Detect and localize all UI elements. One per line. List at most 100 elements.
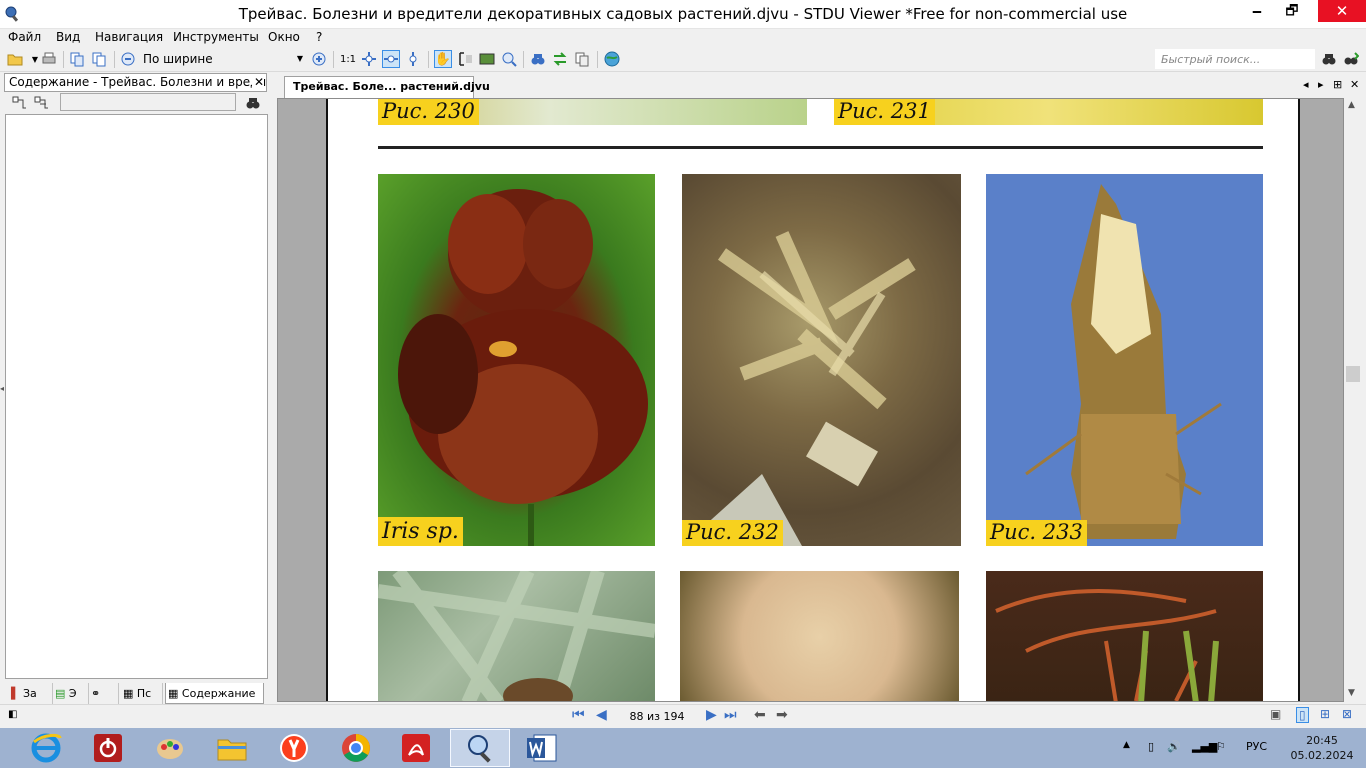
document-page: Рис. 230 Рис. 231 Iris sp. Рис. 232 Рис.… [326, 99, 1300, 701]
zoom-out-icon[interactable] [119, 50, 137, 68]
pages-icon: ▦ [123, 687, 134, 700]
tab-thumbnails[interactable]: ▤ Э [53, 683, 89, 704]
facing-pages-icon[interactable]: ⊞ [1320, 707, 1330, 721]
last-page-icon[interactable]: ⏭ [724, 707, 737, 723]
grid-pages-icon[interactable]: ⊠ [1342, 707, 1352, 721]
find-icon[interactable] [529, 50, 547, 68]
sidebar-title: Содержание - Трейвас. Болезни и вредител… [9, 75, 266, 89]
snapshot-icon[interactable] [478, 50, 496, 68]
tab-bookmarks[interactable]: ▌ За [9, 683, 53, 704]
network-icon[interactable]: ▂▄▆ [1192, 740, 1217, 753]
single-page-icon[interactable]: ▯ [1296, 707, 1309, 723]
tab-label: Э [68, 687, 77, 700]
tab-pages[interactable]: ▦ Пс [121, 683, 163, 704]
paint-icon[interactable] [140, 729, 200, 767]
file-explorer-icon[interactable] [202, 729, 262, 767]
figure-233-caption: Рис. 233 [986, 520, 1087, 546]
menu-file[interactable]: Файл [8, 30, 41, 44]
tab-label: Содержание [181, 687, 256, 700]
document-viewport[interactable]: Рис. 230 Рис. 231 Iris sp. Рис. 232 Рис.… [277, 98, 1344, 702]
close-icon[interactable]: ✕ [251, 74, 264, 91]
stdu-viewer-taskbar-icon[interactable] [450, 729, 510, 767]
globe-icon[interactable] [603, 50, 621, 68]
fit-width-icon[interactable] [382, 50, 400, 68]
clock[interactable]: 20:45 05.02.2024 [1283, 733, 1361, 763]
collapse-sidebar-icon[interactable]: ◂ [0, 384, 4, 393]
history-forward-icon[interactable]: ➡ [776, 707, 788, 723]
menu-window[interactable]: Окно [268, 30, 300, 44]
rotted-rhizome-illustration [682, 231, 916, 546]
collapse-tree-icon[interactable] [32, 94, 50, 112]
window-title: Трейвас. Болезни и вредители декоративны… [238, 5, 1128, 23]
swap-arrows-icon[interactable] [551, 50, 569, 68]
hand-tool-icon[interactable]: ✋ [434, 50, 452, 68]
pdf-reader-icon[interactable] [386, 729, 446, 767]
find-icon[interactable] [244, 94, 262, 112]
close-icon[interactable]: ✕ [1350, 78, 1359, 91]
find-next-icon[interactable] [1342, 50, 1360, 68]
contents-search-input[interactable] [60, 93, 236, 111]
minimize-button[interactable]: 🗕 [1240, 0, 1274, 22]
expand-tree-icon[interactable] [10, 94, 28, 112]
close-button[interactable]: ✕ [1318, 0, 1366, 22]
zoom-mode-select[interactable]: По ширине ▼ [139, 50, 306, 69]
battery-icon[interactable]: ▯ [1148, 740, 1154, 753]
figure-232-photo [682, 174, 961, 546]
document-tab-label: Трейвас. Боле... растений.djvu [293, 80, 490, 93]
tab-contents[interactable]: ▦ Содержание [165, 683, 264, 704]
ie-icon[interactable] [14, 729, 78, 767]
page-number-input[interactable]: 88 из 194 [615, 708, 699, 726]
prev-page-icon[interactable]: ◀ [596, 707, 607, 723]
tab-list-icon[interactable]: ⊞ [1333, 78, 1342, 91]
actual-size-button[interactable]: 1:1 [339, 50, 357, 68]
contents-tree[interactable] [5, 114, 268, 679]
tab-next-icon[interactable]: ▸ [1318, 78, 1324, 91]
figure-231-caption: Рис. 231 [834, 99, 935, 125]
document-tab-bar: Трейвас. Боле... растений.djvu ◂ ▸ ⊞ ✕ [277, 72, 1366, 98]
tab-search[interactable]: ⚭ [89, 683, 119, 704]
history-back-icon[interactable]: ⬅ [754, 707, 766, 723]
tab-label: Пс [136, 687, 152, 700]
show-hidden-icons[interactable]: ▲ [1123, 740, 1130, 750]
scroll-up-icon[interactable]: ▲ [1348, 100, 1355, 110]
maximize-button[interactable]: 🗗 [1275, 0, 1309, 22]
copy-icon[interactable] [573, 50, 591, 68]
select-text-icon[interactable] [456, 50, 474, 68]
yandex-browser-icon[interactable] [264, 729, 324, 767]
menu-navigation[interactable]: Навигация [95, 30, 163, 44]
magnifier-icon[interactable] [500, 50, 518, 68]
taskbar: ▲ ▯ 🔊 ▂▄▆ ⚐ РУС 20:45 05.02.2024 [0, 728, 1366, 768]
power-app-icon[interactable] [78, 729, 138, 767]
menu-help[interactable]: ? [316, 30, 322, 44]
fit-height-icon[interactable] [404, 50, 422, 68]
first-page-icon[interactable]: ⏮ [572, 707, 585, 723]
continuous-mode-icon[interactable]: ▣ [1270, 707, 1281, 721]
quick-search-input[interactable]: Быстрый поиск... [1155, 49, 1315, 69]
copy-page-icon[interactable] [68, 50, 86, 68]
scroll-down-icon[interactable]: ▼ [1348, 688, 1355, 698]
tab-prev-icon[interactable]: ◂ [1303, 78, 1309, 91]
fit-page-icon[interactable] [360, 50, 378, 68]
chevron-down-icon: ▼ [296, 54, 303, 63]
scrollbar-thumb[interactable] [1346, 366, 1360, 382]
select-page-icon[interactable] [90, 50, 108, 68]
volume-icon[interactable]: 🔊 [1167, 740, 1181, 753]
bookmark-icon: ▌ [11, 687, 20, 700]
word-icon[interactable] [512, 729, 572, 767]
figure-234-photo [378, 571, 655, 701]
action-center-flag-icon[interactable]: ⚐ [1216, 740, 1226, 753]
find-icon[interactable] [1320, 50, 1338, 68]
clock-date: 05.02.2024 [1290, 749, 1354, 762]
open-folder-icon[interactable] [6, 50, 24, 68]
language-indicator[interactable]: РУС [1246, 740, 1267, 753]
print-icon[interactable] [40, 50, 58, 68]
document-tab[interactable]: Трейвас. Боле... растений.djvu [284, 76, 490, 98]
chrome-icon[interactable] [326, 729, 386, 767]
zoom-in-icon[interactable] [310, 50, 328, 68]
toggle-sidebar-icon[interactable]: ◧ [8, 709, 17, 720]
menu-tools[interactable]: Инструменты [173, 30, 259, 44]
vertical-scrollbar[interactable]: ▲ ▼ [1344, 98, 1362, 702]
iris-caption: Iris sp. [378, 517, 463, 546]
menu-view[interactable]: Вид [56, 30, 80, 44]
next-page-icon[interactable]: ▶ [706, 707, 717, 723]
